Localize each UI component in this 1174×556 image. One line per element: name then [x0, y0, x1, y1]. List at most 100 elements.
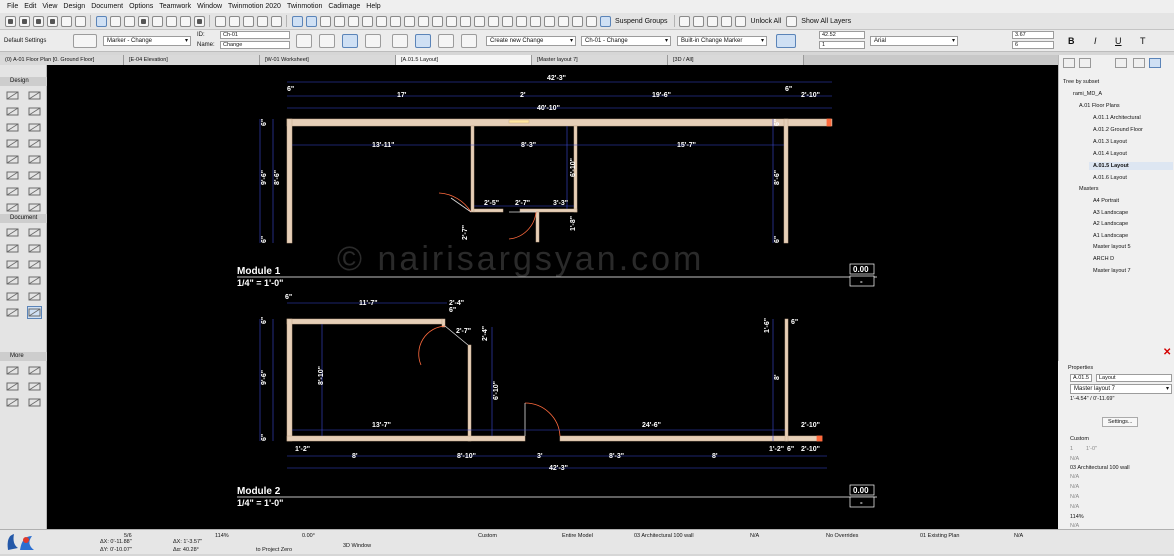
resize-icon[interactable]: [431, 15, 443, 27]
settings-button[interactable]: Settings...: [1102, 417, 1139, 427]
id-input[interactable]: Ch-01: [220, 31, 290, 39]
section-icon[interactable]: [179, 15, 191, 27]
curtain-icon[interactable]: [515, 15, 527, 27]
nav-item[interactable]: A.01.1 Architectural: [1093, 115, 1141, 121]
line-tool-icon[interactable]: [28, 259, 41, 270]
layer-settings-icon[interactable]: [679, 15, 691, 27]
menu-window[interactable]: Window: [194, 3, 225, 10]
layout-name-input[interactable]: Layout: [1096, 374, 1172, 382]
builtin-marker-dropdown[interactable]: Built-in Change Marker: [677, 36, 767, 46]
elevate-icon[interactable]: [417, 15, 429, 27]
name-input[interactable]: Change: [220, 41, 290, 49]
underline-button[interactable]: U: [1115, 36, 1122, 46]
change-marker-icon[interactable]: [392, 34, 408, 48]
nav-item[interactable]: A.01.6 Layout: [1093, 175, 1127, 181]
circle-marker-icon[interactable]: [461, 34, 477, 48]
master-layout-dropdown[interactable]: Master layout 7: [1070, 384, 1172, 394]
menu-options[interactable]: Options: [126, 3, 156, 10]
text-height-input[interactable]: 3.67: [1012, 31, 1054, 39]
skylight-tool-icon[interactable]: [28, 186, 41, 197]
layout-drawing[interactable]: 42'-3" 6" 6" 17' 2' 19'-6" 2'-10" 40'-10" 13'-11…: [47, 65, 1058, 529]
morph-tool-icon[interactable]: [28, 381, 41, 392]
railing-tool-icon[interactable]: [28, 154, 41, 165]
module1-plan[interactable]: [286, 118, 833, 244]
pentagon-marker-icon[interactable]: [438, 34, 454, 48]
zoom-out-icon[interactable]: [228, 15, 240, 27]
drag-icon[interactable]: [403, 15, 415, 27]
fit-window-icon[interactable]: [242, 15, 254, 27]
text-tool-icon[interactable]: [6, 243, 19, 254]
unlock-all-button[interactable]: Unlock All: [751, 18, 782, 25]
suspend-groups-button[interactable]: Suspend Groups: [615, 18, 668, 25]
toolbox-more-header[interactable]: More: [0, 352, 47, 361]
orbit-icon[interactable]: [270, 15, 282, 27]
mesh-tool-icon[interactable]: [6, 138, 19, 149]
tab-elevation[interactable]: [E-04 Elevation]: [124, 55, 260, 65]
hotspot-tool-icon[interactable]: [28, 365, 41, 376]
adjust-icon[interactable]: [459, 15, 471, 27]
render-icon[interactable]: [193, 15, 205, 27]
intersect-icon[interactable]: [473, 15, 485, 27]
magic-wand-icon[interactable]: [123, 15, 135, 27]
polyline-tool-icon[interactable]: [28, 275, 41, 286]
view-map-icon[interactable]: [1079, 58, 1091, 68]
split-icon[interactable]: [445, 15, 457, 27]
pen-set-icon[interactable]: [137, 15, 149, 27]
to-project-zero-label[interactable]: to Project Zero: [256, 547, 292, 553]
3d-view-icon[interactable]: [165, 15, 177, 27]
menu-design[interactable]: Design: [60, 3, 88, 10]
unlock-icon[interactable]: [735, 15, 747, 27]
window-tool-icon[interactable]: [6, 186, 19, 197]
open-file-icon[interactable]: [18, 15, 30, 27]
project-map-icon[interactable]: [1063, 58, 1075, 68]
menu-edit[interactable]: Edit: [21, 3, 39, 10]
overrides-dropdown[interactable]: No Overrides: [826, 533, 858, 539]
spline-tool-icon[interactable]: [6, 381, 19, 392]
stair-tool-icon[interactable]: [6, 154, 19, 165]
tab-master-layout[interactable]: [Master layout 7]: [532, 55, 668, 65]
navigator-masters[interactable]: Masters: [1079, 186, 1099, 192]
curtain-wall-tool-icon[interactable]: [6, 170, 19, 181]
lamp-tool-icon[interactable]: [28, 202, 41, 213]
navigator-group[interactable]: A.01 Floor Plans: [1079, 103, 1120, 109]
guide-lines-icon[interactable]: [305, 15, 317, 27]
section-tool-icon[interactable]: [28, 291, 41, 302]
custom-scale-dropdown[interactable]: Custom: [478, 533, 497, 539]
print-icon[interactable]: [46, 15, 58, 27]
camera-tool-icon[interactable]: [6, 397, 19, 408]
shell-tool-icon[interactable]: [28, 122, 41, 133]
suspend-groups-icon[interactable]: [599, 15, 611, 27]
layout-id-input[interactable]: A.01.5: [1070, 374, 1092, 382]
bold-button[interactable]: B: [1068, 36, 1075, 46]
layer-dropdown[interactable]: 03 Architectural 100 wall: [634, 533, 694, 539]
arrow-tool-icon[interactable]: [95, 15, 107, 27]
fillet-icon[interactable]: [501, 15, 513, 27]
master-item[interactable]: Master layout 5: [1093, 244, 1131, 250]
pen-set-dropdown[interactable]: N/A: [750, 533, 759, 539]
move-icon[interactable]: [389, 15, 401, 27]
menu-help[interactable]: Help: [363, 3, 383, 10]
navigator-tree-header[interactable]: Tree by subset: [1063, 79, 1099, 85]
layout-book-icon[interactable]: [1115, 58, 1127, 68]
cloud-shape-icon[interactable]: [342, 34, 358, 48]
tab-layout[interactable]: [A.01.5 Layout]: [396, 55, 532, 65]
show-layers-icon[interactable]: [785, 15, 797, 27]
menu-view[interactable]: View: [39, 3, 60, 10]
fill-tool-icon[interactable]: [6, 259, 19, 270]
offset-icon[interactable]: [487, 15, 499, 27]
grid-tool-icon[interactable]: [28, 397, 41, 408]
angle-value[interactable]: 0.00°: [302, 533, 315, 539]
elevation-tool-icon[interactable]: [6, 307, 19, 318]
level-dimension-tool-icon[interactable]: [28, 227, 41, 238]
dimension-dropdown[interactable]: N/A: [1014, 533, 1023, 539]
change-reference-dropdown[interactable]: Ch-01 - Change: [581, 36, 671, 46]
new-file-icon[interactable]: [4, 15, 16, 27]
distribute-icon[interactable]: [347, 15, 359, 27]
menu-twinmotion-2020[interactable]: Twinmotion 2020: [225, 3, 284, 10]
rotate-icon[interactable]: [375, 15, 387, 27]
layers-icon[interactable]: [151, 15, 163, 27]
arc-tool-icon[interactable]: [6, 275, 19, 286]
layer-combination-icon[interactable]: [693, 15, 705, 27]
create-new-change-dropdown[interactable]: Create new Change: [486, 36, 576, 46]
nav-item[interactable]: A.01.3 Layout: [1093, 139, 1127, 145]
